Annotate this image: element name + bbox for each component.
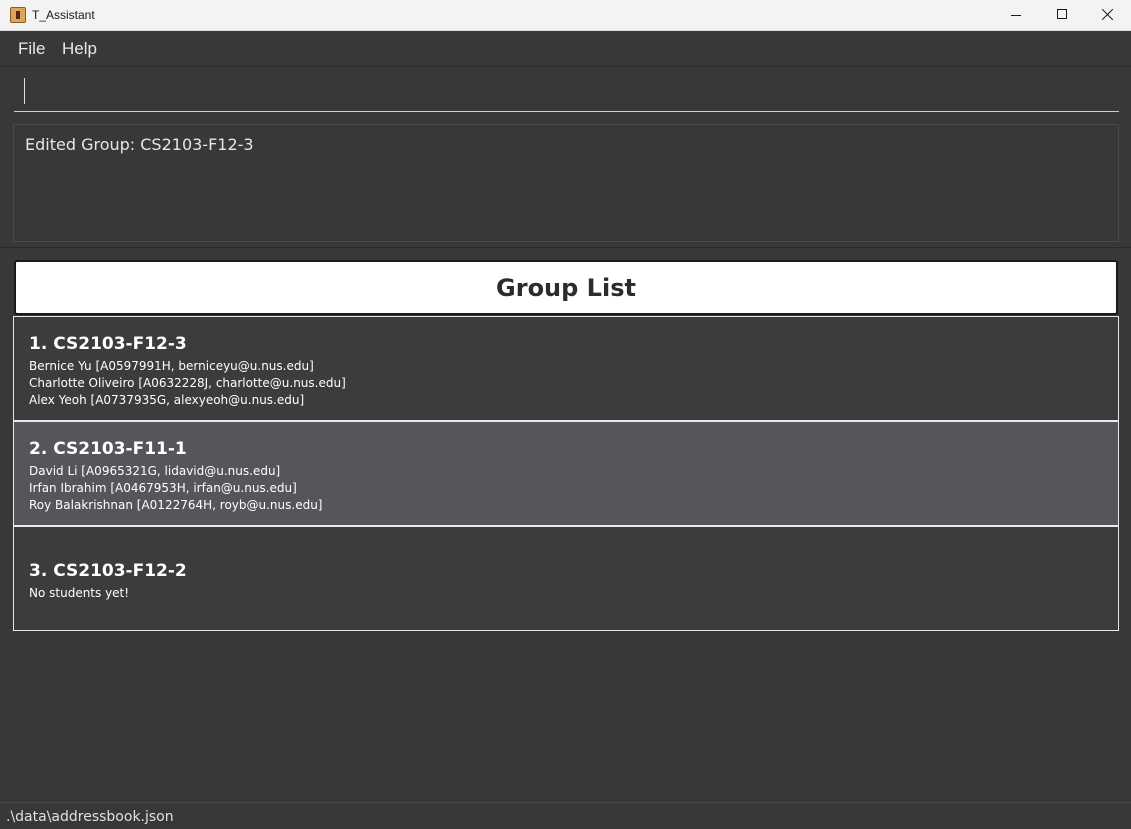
group-title: 3. CS2103-F12-2 [29, 561, 187, 581]
close-button[interactable] [1085, 0, 1131, 31]
close-icon [1102, 8, 1114, 22]
menu-file[interactable]: File [18, 39, 45, 59]
menu-help[interactable]: Help [62, 39, 97, 59]
window-title: T_Assistant [32, 8, 95, 22]
group-title: 1. CS2103-F12-3 [29, 334, 187, 354]
text-caret [24, 78, 25, 104]
app-icon [10, 7, 26, 23]
student-entry: Alex Yeoh [A0737935G, alexyeoh@u.nus.edu… [29, 393, 305, 407]
student-entry: David Li [A0965321G, lidavid@u.nus.edu] [29, 464, 281, 478]
group-list-header: Group List [14, 260, 1118, 315]
result-display[interactable]: Edited Group: CS2103-F12-3 [13, 124, 1119, 242]
minimize-button[interactable] [993, 0, 1039, 31]
status-bar: .\data\addressbook.json [0, 802, 1131, 829]
result-message: Edited Group: CS2103-F12-3 [25, 135, 254, 154]
group-card-selected[interactable]: 2. CS2103-F11-1 David Li [A0965321G, lid… [13, 421, 1119, 526]
group-card[interactable]: 3. CS2103-F12-2 No students yet! [13, 526, 1119, 631]
save-location: .\data\addressbook.json [6, 809, 174, 825]
minimize-icon [1011, 15, 1021, 16]
group-card[interactable]: 1. CS2103-F12-3 Bernice Yu [A0597991H, b… [13, 316, 1119, 421]
student-entry: Roy Balakrishnan [A0122764H, royb@u.nus.… [29, 498, 323, 512]
student-entry: Bernice Yu [A0597991H, berniceyu@u.nus.e… [29, 359, 314, 373]
group-list-title: Group List [496, 274, 636, 302]
command-box [0, 67, 1131, 118]
empty-students-message: No students yet! [29, 586, 130, 600]
title-bar[interactable]: T_Assistant [0, 0, 1131, 31]
maximize-button[interactable] [1039, 0, 1085, 31]
app-window: T_Assistant File Help Edited Group: CS21… [0, 0, 1131, 829]
group-title: 2. CS2103-F11-1 [29, 439, 187, 459]
student-entry: Charlotte Oliveiro [A0632228J, charlotte… [29, 376, 346, 390]
divider [0, 247, 1131, 248]
command-input[interactable] [14, 76, 1119, 112]
maximize-icon [1057, 9, 1067, 19]
menu-bar: File Help [0, 31, 1131, 67]
student-entry: Irfan Ibrahim [A0467953H, irfan@u.nus.ed… [29, 481, 297, 495]
